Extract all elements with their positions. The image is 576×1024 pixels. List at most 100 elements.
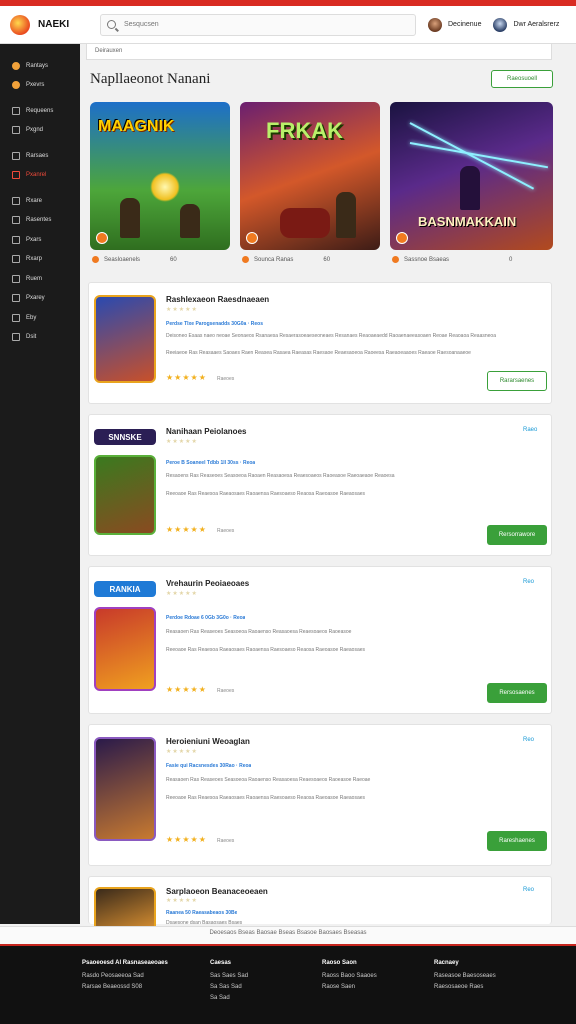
install-button[interactable]: Rararsaenes xyxy=(487,371,547,391)
user-chip-2[interactable]: Dwr Aeralsrerz xyxy=(493,17,559,32)
hero-art xyxy=(150,172,180,202)
sidebar-item-label: Eby xyxy=(26,314,37,321)
search-box[interactable] xyxy=(100,13,416,36)
rating-label: Raeoes xyxy=(217,376,235,382)
sidebar-item-label: Dsit xyxy=(26,334,37,341)
grid-icon xyxy=(12,235,20,244)
footer-link[interactable]: Raose Saen xyxy=(322,984,377,990)
game-description: Reeoaoe Ras Reaesoa Raeaosaes Raoaensa R… xyxy=(166,795,366,801)
hero-figure xyxy=(120,198,140,238)
grid-icon xyxy=(12,313,20,322)
breadcrumb[interactable]: Deirauxen xyxy=(86,44,552,60)
hero-meta-1: Seasloaenels 60 xyxy=(92,256,177,263)
sidebar-item[interactable]: Pxgnd xyxy=(0,121,80,141)
rating-stars: ★★★★★ xyxy=(166,525,207,534)
game-meta: Peroe B Soaneel Tdbb 1ll 30ss · Reoa xyxy=(166,460,256,466)
rating-label: Raeoes xyxy=(217,838,235,844)
game-thumbnail xyxy=(94,737,156,841)
rating-stars-dim: ★★★★★ xyxy=(166,591,198,597)
rating-stars: ★★★★★ xyxy=(166,685,207,694)
app-logo[interactable] xyxy=(10,14,30,35)
game-thumbnail xyxy=(94,295,156,383)
user-chip-1[interactable]: Decinenue xyxy=(428,17,481,32)
footer-link[interactable]: Sa Sas Sad xyxy=(210,984,248,990)
install-button[interactable]: Rareshaenes xyxy=(487,831,547,851)
grid-icon xyxy=(12,274,20,283)
game-card[interactable]: Heroieniuni Weoaglan Reo ★★★★★ Fasie qui… xyxy=(88,724,552,866)
hero-meta-label: Sounca Ranas xyxy=(254,256,294,263)
footer-column: Psaoeoesd Al Rasnaseaeoaes Rasdo Peosaee… xyxy=(82,960,168,995)
sidebar-item[interactable]: Rxarp xyxy=(0,250,80,270)
sidebar-item[interactable]: Rantays xyxy=(0,56,80,76)
game-thumbnail xyxy=(94,455,156,535)
game-card[interactable]: Sarplaoeon Beanaceoeaen Reo ★★★★★ Raanea… xyxy=(88,876,552,927)
sidebar-item[interactable]: Rasentes xyxy=(0,211,80,231)
sidebar-item[interactable]: Eby xyxy=(0,308,80,328)
footer-link[interactable]: Raesosaeoe Raes xyxy=(434,984,496,990)
footer-link[interactable]: Sa Sad xyxy=(210,995,248,1001)
hero-figure xyxy=(460,166,480,210)
search-input[interactable] xyxy=(124,21,404,28)
game-card[interactable]: RANKIA Vrehaurin Peoiaeoaes Reo ★★★★★ Pe… xyxy=(88,566,552,714)
rating-stars: ★★★★★ xyxy=(166,835,207,844)
footer-link[interactable]: Sas Saes Sad xyxy=(210,973,248,979)
page-title: Napllaeonot Nanani xyxy=(90,71,211,87)
game-description: Deisoneo Esaas naeo neoae Seonaeos Rsana… xyxy=(166,333,496,339)
hero-vehicle xyxy=(280,208,330,238)
footer-link[interactable]: Rarsae Beaeossd S08 xyxy=(82,984,168,990)
game-description: Reeoaoe Ras Reaesoa Raeaosaes Raoaensa R… xyxy=(166,647,366,653)
main-content: Deirauxen Napllaeonot Nanani Raeosuoell … xyxy=(80,44,576,927)
sidebar-item[interactable]: Ruem xyxy=(0,269,80,289)
status-bar: Deoesaos Bseas Baosae Bseas Bsasoe Baosa… xyxy=(0,926,576,944)
hero-meta-label: Sassnoe Bsaeas xyxy=(404,256,450,263)
footer-heading: Psaoeoesd Al Rasnaseaeoaes xyxy=(82,960,168,966)
install-button[interactable]: Rersorrawore xyxy=(487,525,547,545)
hero-card-1[interactable]: MAAGNIK xyxy=(90,102,230,250)
footer-link[interactable]: Raseasoe Baesoseaes xyxy=(434,973,496,979)
sidebar-item-label: Ruem xyxy=(26,275,43,282)
game-meta: Perdse Tlxe Parogsenadds 30G0a · Reos xyxy=(166,321,263,327)
game-description: Reeiaeoe Ras Reasaaes Saoaes Raen Reasea… xyxy=(166,350,471,356)
footer-link[interactable]: Rasdo Peosaeeoa Sad xyxy=(82,973,168,979)
sidebar-item-label: Pxarey xyxy=(26,295,45,302)
app-header: NAEKI Decinenue Dwr Aeralsrerz xyxy=(0,6,576,44)
rating-stars: ★★★★★ xyxy=(166,373,207,382)
sidebar-item[interactable]: Dsit xyxy=(0,328,80,348)
grid-icon xyxy=(12,106,20,115)
game-title[interactable]: Heroieniuni Weoaglan xyxy=(166,737,250,746)
game-card[interactable]: Rashlexaeon Raesdnaeaen ★★★★★ Perdse Tlx… xyxy=(88,282,552,404)
footer-link[interactable]: Raoss Baoo Saaoes xyxy=(322,973,377,979)
gear-icon xyxy=(12,216,20,225)
sidebar-item-label: Requeens xyxy=(26,107,54,114)
sidebar-item-label: Rantays xyxy=(26,62,49,69)
grid-icon xyxy=(12,294,20,303)
sidebar-item[interactable]: Rxare xyxy=(0,191,80,211)
view-all-button[interactable]: Raeosuoell xyxy=(491,70,553,88)
game-title[interactable]: Nanihaan Peiolanoes xyxy=(166,427,246,436)
sidebar-item[interactable]: Pxars xyxy=(0,230,80,250)
sidebar-item[interactable]: Pxarey xyxy=(0,289,80,309)
hero-title: FRKAK xyxy=(266,118,343,143)
install-button[interactable]: Rersosaenes xyxy=(487,683,547,703)
sidebar-item[interactable]: Rarsaes xyxy=(0,146,80,166)
gear-icon xyxy=(12,333,20,342)
game-title[interactable]: Rashlexaeon Raesdnaeaen xyxy=(166,295,269,304)
game-logo: RANKIA xyxy=(94,581,156,597)
sidebar-item[interactable]: Pxevrs xyxy=(0,76,80,96)
game-title[interactable]: Sarplaoeon Beanaceoeaen xyxy=(166,887,268,896)
game-title[interactable]: Vrehaurin Peoiaeoaes xyxy=(166,579,249,588)
sidebar-item-label: Pxgnd xyxy=(26,127,44,134)
sidebar-item-active[interactable]: Pxanrel xyxy=(0,166,80,186)
game-badge-icon xyxy=(246,232,258,244)
game-tag: Reo xyxy=(523,737,535,743)
grid-icon xyxy=(12,255,20,264)
hero-count: 0 xyxy=(509,256,513,263)
game-badge-icon xyxy=(96,232,108,244)
game-card[interactable]: SNNSKE Nanihaan Peiolanoes Raeo ★★★★★ Pe… xyxy=(88,414,552,556)
rating-label: Raeoes xyxy=(217,528,235,534)
game-description: Reasaoen Ras Reaseoes Seasoeoa Raoaenso … xyxy=(166,629,352,635)
hero-card-3[interactable]: BASNMAKKAIN xyxy=(390,102,553,250)
sidebar-item[interactable]: Requeens xyxy=(0,101,80,121)
hero-card-2[interactable]: FRKAK xyxy=(240,102,380,250)
rating-stars-dim: ★★★★★ xyxy=(166,307,198,313)
